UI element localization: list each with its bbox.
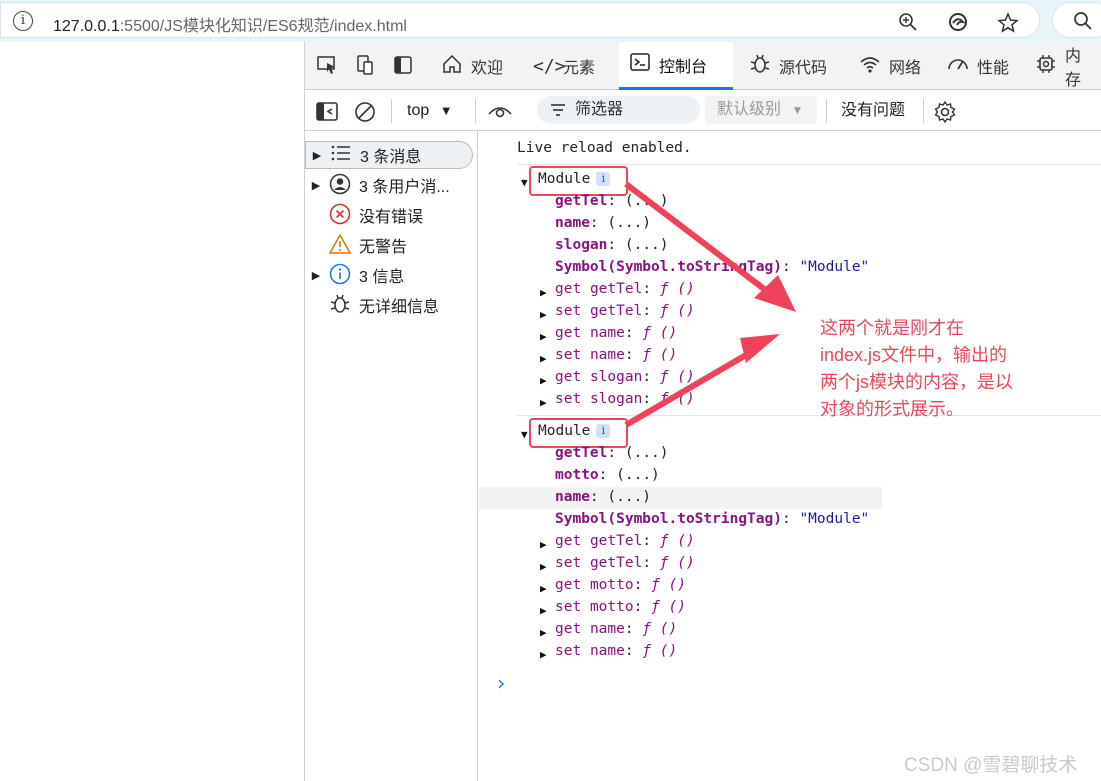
annotation-line: index.js文件中，输出的: [820, 345, 1008, 365]
arrow-from-module-2: [624, 345, 760, 428]
annotation-line: 两个js模块的内容，是以: [820, 372, 1013, 392]
arrow-from-module-1: [624, 181, 770, 295]
annotation-line: 这两个就是刚才在: [820, 318, 964, 338]
annotation-line: 对象的形式展示。: [820, 399, 964, 419]
arrow-head-2: [740, 334, 780, 363]
watermark: CSDN @雪碧聊技术: [904, 755, 1078, 776]
annotation-text: 这两个就是刚才在 index.js文件中，输出的 两个js模块的内容，是以 对象…: [820, 315, 1013, 423]
arrow-head-1: [754, 275, 796, 312]
